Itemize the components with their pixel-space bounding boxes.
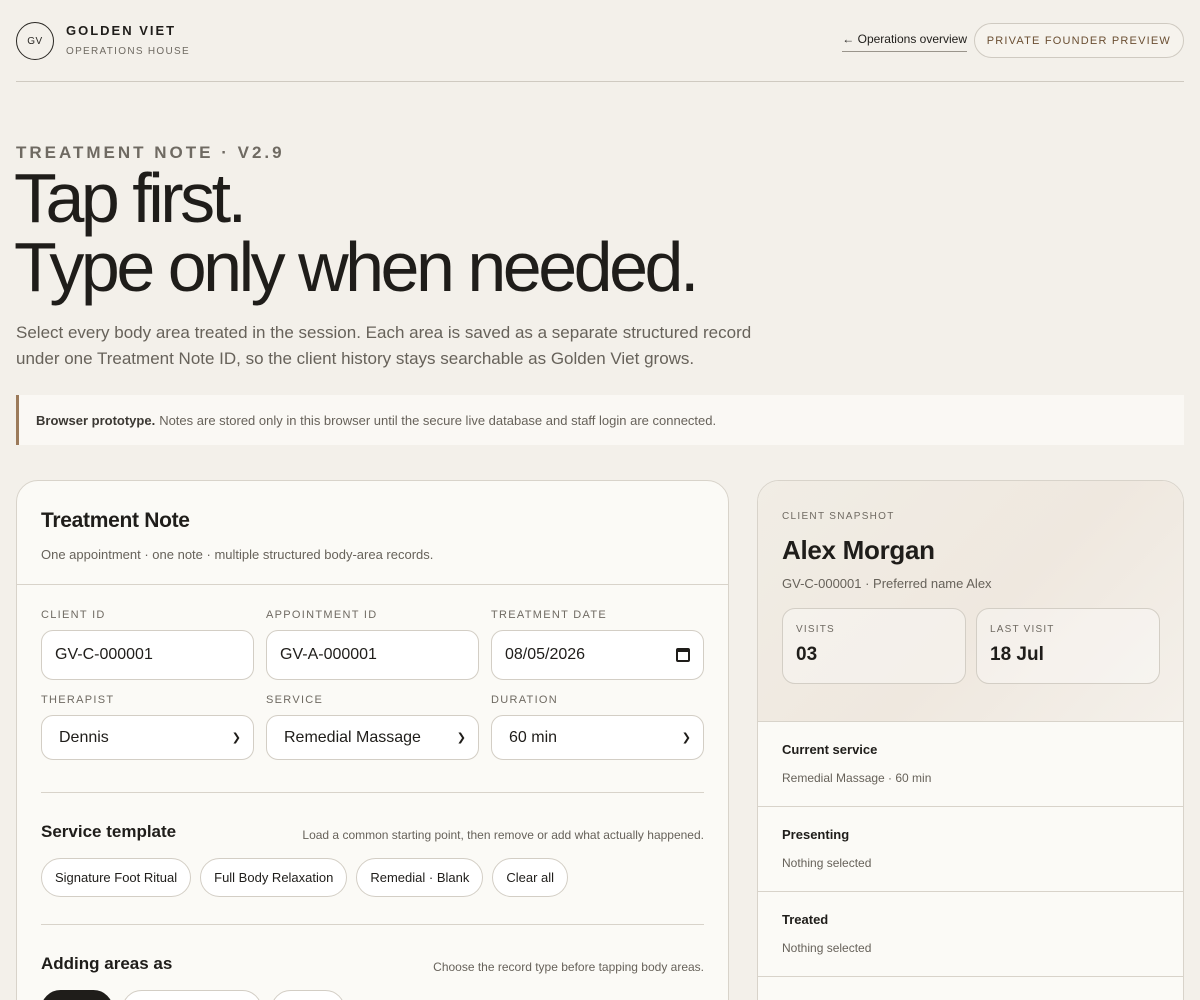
appointment-id-label: APPOINTMENT ID	[266, 609, 378, 621]
treatment-date-label: TREATMENT DATE	[491, 609, 607, 621]
record-type-chip[interactable]	[271, 990, 345, 1000]
section-divider	[41, 924, 704, 925]
client-id-field: CLIENT ID GV-C-000001	[41, 609, 254, 680]
treatment-note-card: Treatment Note One appointment · one not…	[16, 480, 729, 1000]
snapshot-row-current-service: Current service Remedial Massage · 60 mi…	[758, 722, 1183, 807]
treatment-date-field: TREATMENT DATE 08/05/2026	[491, 609, 704, 680]
snapshot-eyebrow: CLIENT SNAPSHOT	[782, 511, 895, 522]
page-title-line-2: Type only when needed.	[14, 228, 699, 306]
calendar-icon[interactable]	[676, 648, 690, 662]
service-value: Remedial Massage	[284, 728, 421, 746]
client-id-label: CLIENT ID	[41, 609, 106, 621]
brand-subtitle: OPERATIONS HOUSE	[66, 46, 190, 57]
client-stats: VISITS 03 LAST VISIT 18 Jul	[782, 608, 1160, 684]
snapshot-row-value: Remedial Massage · 60 min	[782, 771, 932, 785]
record-type-chip[interactable]	[122, 990, 262, 1000]
stat-visits: VISITS 03	[782, 608, 966, 684]
snapshot-header: CLIENT SNAPSHOT Alex Morgan GV-C-000001 …	[758, 481, 1183, 722]
snapshot-row-value: Nothing selected	[782, 941, 872, 955]
duration-label: DURATION	[491, 694, 559, 706]
service-label: SERVICE	[266, 694, 324, 706]
prototype-notice: Browser prototype. Notes are stored only…	[16, 395, 1184, 445]
service-template-title: Service template	[41, 822, 177, 841]
clear-all-button[interactable]: Clear all	[492, 858, 569, 897]
adding-areas-hint: Choose the record type before tapping bo…	[433, 960, 704, 974]
chevron-down-icon: ❯	[681, 732, 691, 744]
card-subtitle: One appointment · one note · multiple st…	[41, 547, 434, 562]
therapist-value: Dennis	[59, 728, 109, 746]
client-id-input[interactable]: GV-C-000001	[41, 630, 254, 680]
service-field: SERVICE Remedial Massage ❯	[266, 694, 479, 760]
snapshot-row-treated: Treated Nothing selected	[758, 892, 1183, 977]
stat-value: 03	[796, 644, 818, 665]
field-grid: CLIENT ID GV-C-000001 APPOINTMENT ID GV-…	[41, 609, 704, 760]
therapist-label: THERAPIST	[41, 694, 115, 706]
section-divider	[41, 792, 704, 793]
page-title: Tap first. Type only when needed.	[14, 159, 699, 306]
top-bar: GV GOLDEN VIET OPERATIONS HOUSE ← Operat…	[16, 0, 1184, 82]
template-remedial-blank[interactable]: Remedial · Blank	[356, 858, 484, 897]
record-type-chip-active[interactable]	[41, 990, 113, 1000]
therapist-field: THERAPIST Dennis ❯	[41, 694, 254, 760]
chevron-down-icon: ❯	[231, 732, 241, 744]
duration-value: 60 min	[509, 728, 558, 746]
brand-name: GOLDEN VIET	[66, 23, 177, 38]
operations-overview-link[interactable]: ← Operations overview	[842, 32, 967, 52]
card-header: Treatment Note One appointment · one not…	[17, 481, 728, 585]
snapshot-row-value: Nothing selected	[782, 856, 872, 870]
appointment-id-input[interactable]: GV-A-000001	[266, 630, 479, 680]
chevron-down-icon: ❯	[456, 732, 466, 744]
template-chips: Signature Foot Ritual Full Body Relaxati…	[41, 858, 569, 897]
therapist-select[interactable]: Dennis ❯	[41, 715, 254, 760]
client-name: Alex Morgan	[782, 535, 935, 565]
snapshot-row-title: Current service	[782, 742, 878, 757]
adding-areas-title: Adding areas as	[41, 954, 173, 973]
card-title: Treatment Note	[41, 509, 190, 532]
record-type-chips	[41, 990, 345, 1000]
stat-label: LAST VISIT	[990, 624, 1055, 635]
template-full-body-relaxation[interactable]: Full Body Relaxation	[200, 858, 348, 897]
page-description: Select every body area treated in the se…	[16, 323, 752, 368]
appointment-id-field: APPOINTMENT ID GV-A-000001	[266, 609, 479, 680]
stat-value: 18 Jul	[990, 644, 1044, 665]
snapshot-row-title: Presenting	[782, 827, 850, 842]
brand-logo: GV	[16, 22, 54, 60]
notice-strong: Browser prototype.	[36, 412, 156, 428]
duration-field: DURATION 60 min ❯	[491, 694, 704, 760]
service-select[interactable]: Remedial Massage ❯	[266, 715, 479, 760]
duration-select[interactable]: 60 min ❯	[491, 715, 704, 760]
stat-label: VISITS	[796, 624, 835, 635]
snapshot-row-title: Treated	[782, 912, 829, 927]
client-meta: GV-C-000001 · Preferred name Alex	[782, 576, 992, 591]
notice-text: Notes are stored only in this browser un…	[159, 412, 717, 428]
client-snapshot-card: CLIENT SNAPSHOT Alex Morgan GV-C-000001 …	[757, 480, 1184, 1000]
treatment-date-input[interactable]: 08/05/2026	[491, 630, 704, 680]
founder-preview-badge[interactable]: PRIVATE FOUNDER PREVIEW	[973, 23, 1184, 58]
service-template-hint: Load a common starting point, then remov…	[302, 828, 704, 842]
treatment-date-value: 08/05/2026	[505, 646, 586, 663]
page-title-line-1: Tap first.	[14, 159, 247, 237]
template-signature-foot-ritual[interactable]: Signature Foot Ritual	[41, 858, 192, 897]
stat-last-visit: LAST VISIT 18 Jul	[976, 608, 1160, 684]
snapshot-row-presenting: Presenting Nothing selected	[758, 807, 1183, 892]
